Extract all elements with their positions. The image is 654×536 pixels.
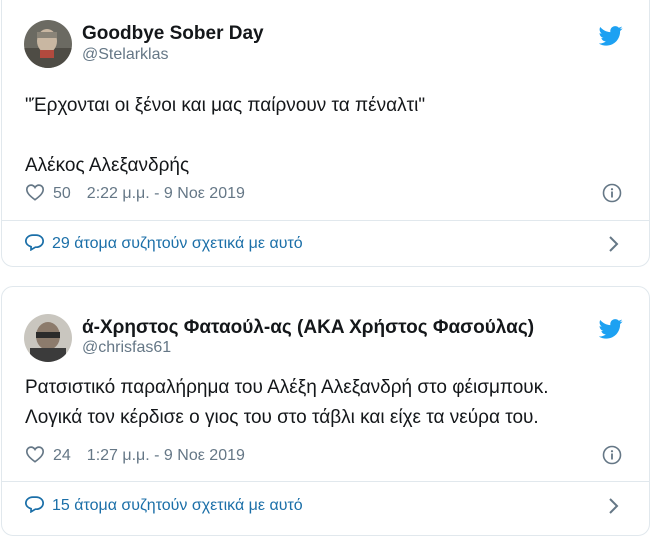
info-icon[interactable]: [602, 183, 622, 203]
comment-bubble-icon: [24, 495, 45, 518]
conversation-label[interactable]: 29 άτομα συζητούν σχετικά με αυτό: [52, 235, 303, 253]
handle[interactable]: @Stelarklas: [82, 46, 169, 64]
heart-icon[interactable]: [25, 445, 45, 468]
avatar[interactable]: [24, 20, 72, 68]
display-name[interactable]: Goodbye Sober Day: [82, 23, 264, 45]
avatar[interactable]: [24, 314, 72, 362]
twitter-bird-icon[interactable]: [598, 26, 623, 46]
tweet-meta: 24 1:27 μ.μ. - 9 Νοε 2019: [25, 444, 245, 468]
tweet-card: Goodbye Sober Day @Stelarklas "Έρχονται …: [1, 0, 650, 267]
like-count[interactable]: 50: [53, 185, 71, 203]
comment-bubble-icon: [24, 233, 45, 256]
tweet-text: Ρατσιστικό παραλήρημα του Αλέξη Αλεξανδρ…: [25, 377, 549, 428]
tweet-card: ά-Χρηστος Φαταούλ-ας (AKA Χρήστος Φασούλ…: [1, 286, 650, 536]
heart-icon[interactable]: [25, 183, 45, 206]
divider: [2, 481, 649, 482]
conversation-label[interactable]: 15 άτομα συζητούν σχετικά με αυτό: [52, 497, 303, 515]
timestamp[interactable]: 2:22 μ.μ. - 9 Νοε 2019: [87, 185, 245, 203]
tweet-meta: 50 2:22 μ.μ. - 9 Νοε 2019: [25, 182, 245, 206]
divider: [2, 220, 649, 221]
conversation-link[interactable]: 15 άτομα συζητούν σχετικά με αυτό: [24, 494, 303, 518]
twitter-bird-icon[interactable]: [598, 319, 623, 339]
chevron-right-icon[interactable]: [607, 497, 619, 515]
display-name[interactable]: ά-Χρηστος Φαταούλ-ας (AKA Χρήστος Φασούλ…: [82, 317, 534, 339]
handle[interactable]: @chrisfas61: [82, 339, 171, 357]
timestamp[interactable]: 1:27 μ.μ. - 9 Νοε 2019: [87, 447, 245, 465]
info-icon[interactable]: [602, 445, 622, 465]
conversation-link[interactable]: 29 άτομα συζητούν σχετικά με αυτό: [24, 232, 303, 256]
tweet-text: "Έρχονται οι ξένοι και μας παίρνουν τα π…: [25, 95, 426, 176]
like-count[interactable]: 24: [53, 447, 71, 465]
chevron-right-icon[interactable]: [607, 235, 619, 253]
